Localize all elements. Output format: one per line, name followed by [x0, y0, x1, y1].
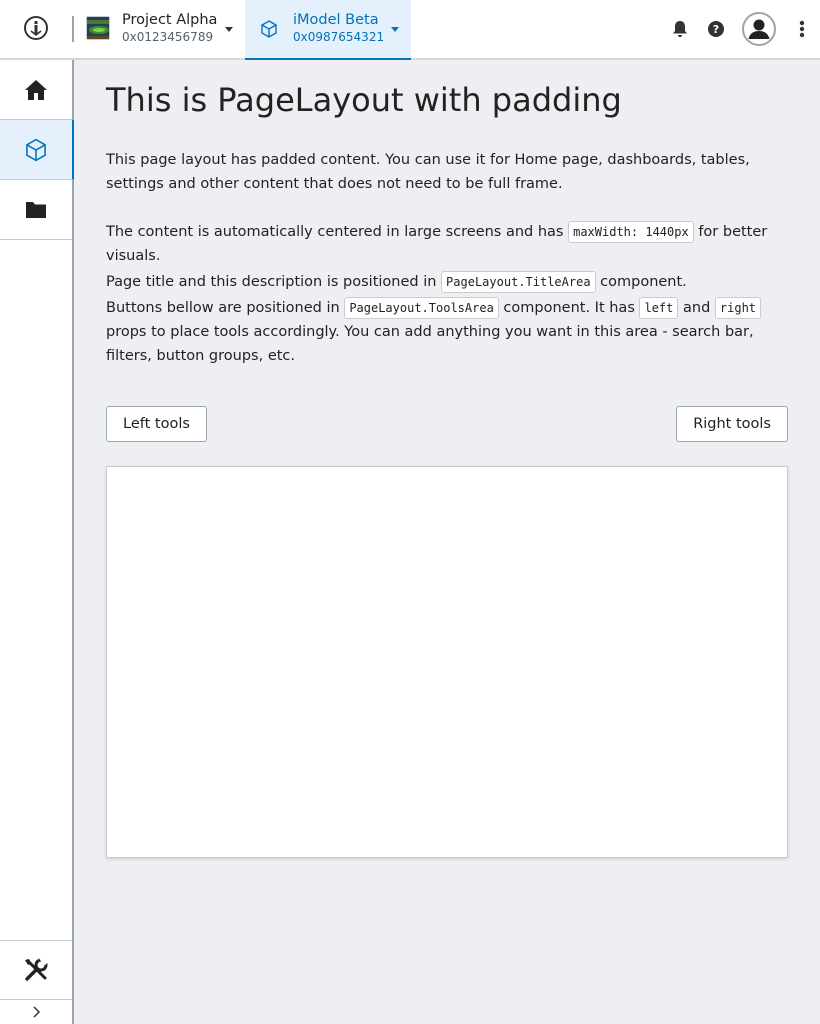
chevron-down-icon: [391, 27, 399, 32]
tools-icon: [25, 957, 49, 981]
title-area-text-end: component.: [600, 274, 687, 290]
title-area-text-start: Page title and this description is posit…: [106, 274, 437, 290]
bentley-logo-icon[interactable]: [20, 12, 52, 44]
tools-area-code: PageLayout.ToolsArea: [344, 297, 499, 319]
title-area-code: PageLayout.TitleArea: [441, 271, 596, 293]
project-id: 0x0123456789: [122, 30, 214, 44]
right-prop-code: right: [714, 297, 762, 319]
project-selector[interactable]: Project Alpha 0x0123456789: [78, 0, 242, 58]
tools-area-text-1: Buttons bellow are positioned in: [106, 300, 340, 316]
max-width-text-start: The content is automatically centered in…: [106, 224, 564, 240]
max-width-paragraph: The content is automatically centered in…: [106, 220, 788, 268]
nav-expand-button[interactable]: [0, 1000, 72, 1024]
nav-item-tools[interactable]: [0, 940, 72, 1000]
chevron-down-icon: [225, 27, 233, 32]
project-text: Project Alpha 0x0123456789: [122, 11, 217, 45]
help-icon[interactable]: ?: [705, 18, 727, 40]
user-icon: [746, 16, 772, 42]
imodel-selector[interactable]: iModel Beta 0x0987654321: [245, 0, 411, 60]
bell-icon[interactable]: [669, 18, 691, 40]
cube-icon: [26, 138, 46, 161]
nav-item-home[interactable]: [0, 60, 72, 120]
imodel-title: iModel Beta: [293, 12, 379, 28]
user-avatar[interactable]: [742, 12, 776, 46]
nav-item-folder[interactable]: [0, 180, 72, 240]
tools-area-text-2: component. It has: [503, 300, 635, 316]
project-thumbnail: [86, 16, 110, 40]
description-text: This page layout has padded content. You…: [106, 152, 750, 192]
description-paragraph: This page layout has padded content. You…: [106, 148, 788, 196]
app-header: Project Alpha 0x0123456789 iModel Beta 0…: [0, 0, 820, 60]
tools-area-paragraph: Buttons bellow are positioned in PageLay…: [106, 296, 788, 368]
svg-text:?: ?: [713, 23, 719, 36]
imodel-text: iModel Beta 0x0987654321: [293, 11, 384, 45]
project-title: Project Alpha: [122, 12, 218, 28]
more-vertical-icon[interactable]: [791, 18, 813, 40]
page-title: This is PageLayout with padding: [106, 81, 622, 119]
imodel-id: 0x0987654321: [293, 30, 385, 44]
folder-icon: [26, 201, 46, 218]
side-navigation: [0, 60, 74, 1024]
tools-area-text-4: props to place tools accordingly. You ca…: [106, 324, 754, 364]
max-width-code: maxWidth: 1440px: [568, 221, 694, 243]
tools-area-text-3: and: [683, 300, 711, 316]
title-area-paragraph: Page title and this description is posit…: [106, 270, 788, 294]
cube-icon: [259, 19, 279, 39]
header-divider: [72, 16, 74, 42]
nav-item-model[interactable]: [0, 120, 74, 180]
chevron-right-icon: [33, 1006, 41, 1018]
left-tools-button[interactable]: Left tools: [106, 406, 207, 442]
right-tools-button[interactable]: Right tools: [676, 406, 788, 442]
content-panel: [106, 466, 788, 858]
left-prop-code: left: [639, 297, 679, 319]
home-icon: [25, 79, 47, 100]
